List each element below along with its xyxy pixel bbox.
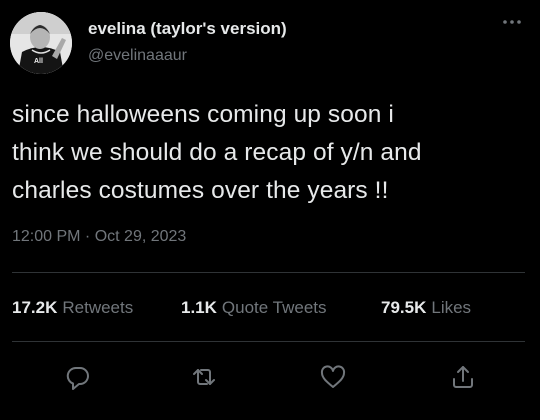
divider [12, 272, 525, 273]
reply-icon[interactable] [63, 362, 93, 392]
retweets-stat[interactable]: 17.2K Retweets [12, 298, 133, 318]
tweet-text: since halloweens coming up soon i think … [12, 101, 422, 204]
quote-tweets-count: 1.1K [181, 298, 217, 317]
avatar[interactable]: All [10, 12, 72, 74]
likes-count: 79.5K [381, 298, 427, 317]
tweet-card: All evelina (taylor's version) @evelinaa… [0, 0, 540, 420]
more-options-icon[interactable] [500, 14, 524, 30]
likes-label: Likes [431, 298, 472, 317]
avatar-photo: All [10, 12, 72, 74]
share-icon[interactable] [448, 362, 478, 392]
tweet-actions [0, 362, 540, 392]
likes-stat[interactable]: 79.5K Likes [381, 298, 471, 318]
like-icon[interactable] [318, 362, 348, 392]
avatar-jersey-text: All [34, 58, 43, 65]
retweet-icon[interactable] [189, 362, 219, 392]
retweets-count: 17.2K [12, 298, 58, 317]
divider [12, 341, 525, 342]
quote-tweets-label: Quote Tweets [221, 298, 327, 317]
author-handle[interactable]: @evelinaaaur [88, 47, 187, 65]
retweets-label: Retweets [62, 298, 134, 317]
quote-tweets-stat[interactable]: 1.1K Quote Tweets [181, 298, 327, 318]
tweet-timestamp[interactable]: 12:00 PM · Oct 29, 2023 [12, 228, 186, 246]
author-display-name[interactable]: evelina (taylor's version) [88, 19, 287, 39]
